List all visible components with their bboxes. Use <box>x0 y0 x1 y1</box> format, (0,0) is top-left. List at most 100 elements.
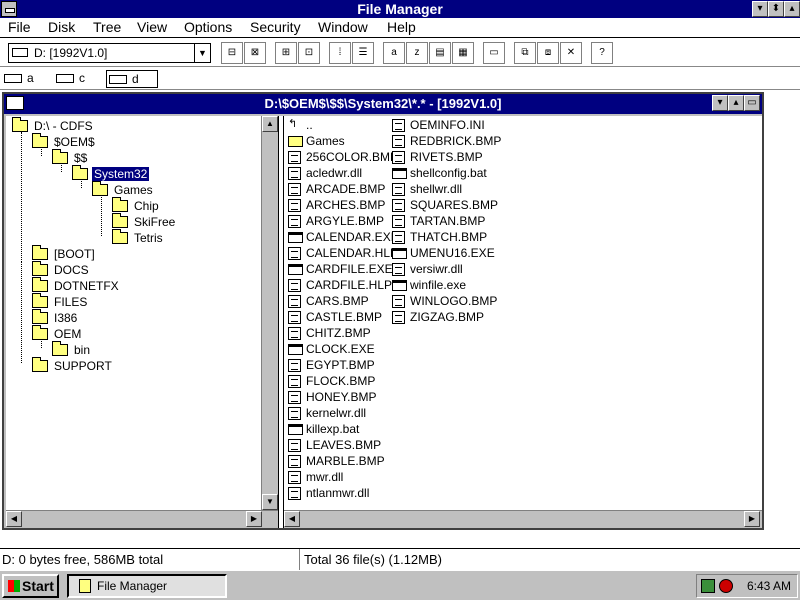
document-icon <box>392 295 405 308</box>
file-name: ARCHES.BMP <box>306 198 386 212</box>
document-icon <box>288 327 301 340</box>
connect-net-drive-icon[interactable]: ⊟ <box>221 42 243 64</box>
file-name: kernelwr.dll <box>306 406 367 420</box>
file-name: SQUARES.BMP <box>410 198 499 212</box>
copy-icon[interactable]: ⧉ <box>514 42 536 64</box>
file-name: REDBRICK.BMP <box>410 134 502 148</box>
drive-label: d <box>132 72 139 86</box>
tree-item-label: SkiFree <box>134 215 176 229</box>
folder-icon <box>32 357 48 372</box>
file-name: winfile.exe <box>410 278 467 292</box>
taskbar: Start File Manager 6:43 AM <box>0 570 800 600</box>
document-icon <box>288 359 301 372</box>
taskbar-file-manager[interactable]: File Manager <box>67 574 227 598</box>
file-name: CLOCK.EXE <box>306 342 375 356</box>
new-window-icon[interactable]: ▭ <box>483 42 505 64</box>
maximize-button[interactable]: ▴ <box>784 1 800 17</box>
document-icon <box>288 247 301 260</box>
menu-tree[interactable]: Tree <box>93 19 121 35</box>
scroll-left-icon[interactable]: ◀ <box>6 511 22 527</box>
folder-open-icon <box>12 117 28 132</box>
windows-logo-icon <box>8 580 20 592</box>
document-icon <box>288 215 301 228</box>
file-cabinet-icon <box>79 579 91 593</box>
scroll-right-icon[interactable]: ▶ <box>246 511 262 527</box>
start-button[interactable]: Start <box>2 574 59 598</box>
cd-drive-icon <box>12 48 28 57</box>
maximize-button[interactable]: ▭ <box>744 95 760 111</box>
folder-icon <box>32 309 48 324</box>
minimize-button[interactable]: ▴ <box>728 95 744 111</box>
folder-icon <box>52 341 68 356</box>
move-icon[interactable]: ⧈ <box>537 42 559 64</box>
document-icon <box>392 119 405 132</box>
directory-window: D:\$OEM$\$$\System32\*.* - [1992V1.0] ▾ … <box>2 92 764 530</box>
menu-disk[interactable]: Disk <box>48 19 75 35</box>
menu-view[interactable]: View <box>137 19 167 35</box>
menu-options[interactable]: Options <box>184 19 232 35</box>
drive-c[interactable]: c <box>54 70 92 88</box>
file-list[interactable]: ↰.. Games 256COLOR.BMP acledwr.dll ARCADE.BM… <box>284 116 762 510</box>
tree-item-label: I386 <box>54 311 78 325</box>
share-as-icon[interactable]: ⊞ <box>275 42 297 64</box>
drive-select[interactable]: D: [1992V1.0] ▼ <box>8 43 211 63</box>
menu-window[interactable]: Window <box>318 19 368 35</box>
stop-sharing-icon[interactable]: ⊡ <box>298 42 320 64</box>
folder-open-icon <box>32 325 48 340</box>
view-details-icon[interactable]: ☰ <box>352 42 374 64</box>
status-bar: D: 0 bytes free, 586MB total Total 36 fi… <box>0 548 800 571</box>
scroll-left-icon[interactable]: ◀ <box>284 511 300 527</box>
file-name: CASTLE.BMP <box>306 310 383 324</box>
sort-by-size-icon[interactable]: ▤ <box>429 42 451 64</box>
scroll-down-icon[interactable]: ▼ <box>262 494 278 510</box>
sort-by-type-icon[interactable]: z <box>406 42 428 64</box>
document-icon <box>392 151 405 164</box>
tree-item-label: Chip <box>134 199 159 213</box>
drive-a[interactable]: a <box>2 70 40 88</box>
file-name: WINLOGO.BMP <box>410 294 498 308</box>
help-icon[interactable]: ? <box>591 42 613 64</box>
document-icon <box>392 135 405 148</box>
app-title-bar: File Manager ▾ ⬍ ▴ <box>0 0 800 18</box>
application-icon <box>288 264 303 275</box>
floppy-drive-icon <box>4 74 22 83</box>
folder-icon <box>112 229 128 244</box>
drive-d[interactable]: d <box>106 70 158 88</box>
file-name: CHITZ.BMP <box>306 326 371 340</box>
drive-label: a <box>27 71 34 85</box>
tree-item-label: DOCS <box>54 263 89 277</box>
disconnect-net-drive-icon[interactable]: ⊠ <box>244 42 266 64</box>
delete-icon[interactable]: ✕ <box>560 42 582 64</box>
tree-horizontal-scrollbar[interactable]: ◀ ▶ <box>6 510 278 527</box>
scroll-right-icon[interactable]: ▶ <box>744 511 760 527</box>
chevron-down-icon[interactable]: ▼ <box>194 44 210 62</box>
file-name: 256COLOR.BMP <box>306 150 399 164</box>
file-name: CARDFILE.HLP <box>306 278 393 292</box>
file-name: ARGYLE.BMP <box>306 214 385 228</box>
file-name: CARDFILE.EXE <box>306 262 393 276</box>
drive-bar: a c d <box>0 68 800 90</box>
dropdown-button[interactable]: ▾ <box>712 95 728 111</box>
sort-by-date-icon[interactable]: ▦ <box>452 42 474 64</box>
file-list-horizontal-scrollbar[interactable]: ◀ ▶ <box>284 510 762 527</box>
application-icon <box>288 344 303 355</box>
scroll-up-icon[interactable]: ▲ <box>262 116 278 132</box>
file-name: CARS.BMP <box>306 294 369 308</box>
system-tray: 6:43 AM <box>696 574 798 598</box>
directory-tree[interactable]: D:\ - CDFS $OEM$ $$ System32 Games Chip … <box>6 116 262 510</box>
menu-security[interactable]: Security <box>250 19 301 35</box>
menu-help[interactable]: Help <box>387 19 416 35</box>
file-name: ntlanmwr.dll <box>306 486 370 500</box>
folder-open-icon <box>52 149 68 164</box>
minimize-button[interactable]: ▾ <box>752 1 768 17</box>
network-icon[interactable] <box>701 579 715 593</box>
tree-vertical-scrollbar[interactable]: ▲ ▼ <box>262 116 278 510</box>
view-name-icon[interactable]: ⁞ <box>329 42 351 64</box>
restore-button[interactable]: ⬍ <box>768 1 784 17</box>
file-name: versiwr.dll <box>410 262 463 276</box>
security-shield-icon[interactable] <box>719 579 733 593</box>
menu-file[interactable]: File <box>8 19 31 35</box>
sort-by-name-icon[interactable]: a <box>383 42 405 64</box>
clock[interactable]: 6:43 AM <box>747 579 791 593</box>
tree-item-label: OEM <box>54 327 82 341</box>
